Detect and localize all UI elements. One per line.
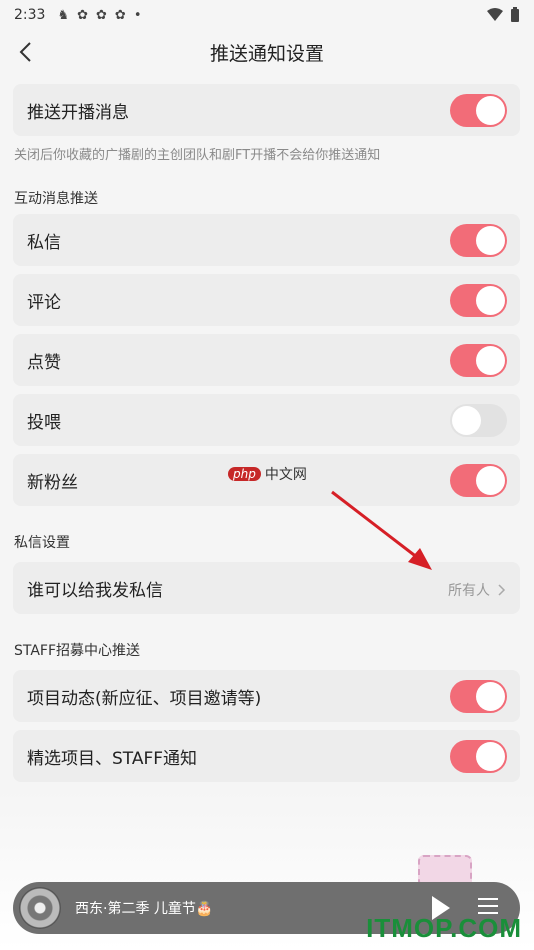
comment-toggle[interactable] [450, 284, 507, 317]
album-disc-icon [19, 887, 61, 929]
setting-row-like: 点赞 [13, 334, 520, 386]
push-live-hint: 关闭后你收藏的广播剧的主创团队和剧FT开播不会给你推送通知 [14, 148, 381, 163]
watermark: php 中文网 [228, 464, 307, 484]
staff-notice-toggle[interactable] [450, 740, 507, 773]
chevron-right-icon [498, 584, 506, 596]
annotation-arrow [331, 490, 432, 570]
setting-label: 投喂 [27, 412, 61, 433]
wifi-icon [487, 8, 503, 21]
setting-row-project-updates: 项目动态(新应征、项目邀请等) [13, 670, 520, 722]
status-icons: ♞ ✿ ✿ ✿ • [57, 8, 141, 23]
app-icon: ✿ [77, 7, 89, 23]
setting-label: 项目动态(新应征、项目邀请等) [27, 688, 262, 709]
setting-label: 评论 [27, 292, 61, 313]
push-live-label: 推送开播消息 [27, 102, 129, 123]
setting-label: 点赞 [27, 352, 61, 373]
setting-row-dm: 私信 [13, 214, 520, 266]
toggle-knob [476, 742, 505, 771]
who-can-dm-value: 所有人 [448, 583, 490, 599]
push-live-row: 推送开播消息 [13, 84, 520, 136]
toggle-knob [476, 226, 505, 255]
who-can-dm-value-group: 所有人 [448, 580, 506, 600]
setting-label: 私信 [27, 232, 61, 253]
back-button[interactable] [10, 36, 40, 68]
page-title: 推送通知设置 [209, 42, 324, 65]
app-icon: ✿ [96, 7, 107, 23]
section-interaction-header: 互动消息推送 [14, 191, 98, 207]
watermark-cn: 中文网 [264, 467, 307, 483]
who-can-dm-label: 谁可以给我发私信 [27, 580, 163, 601]
toggle-knob [452, 406, 481, 435]
status-right [486, 7, 520, 23]
dm-toggle[interactable] [450, 224, 507, 257]
brand-watermark: ITMOP.COM [366, 913, 522, 943]
status-bar: 2:33 ♞ ✿ ✿ ✿ • [0, 0, 534, 30]
dot-icon: • [133, 7, 142, 23]
toggle-knob [476, 286, 505, 315]
player-song-title: 西东·第二季 儿童节🎂 [75, 901, 214, 917]
toggle-knob [476, 96, 505, 125]
setting-row-feed: 投喂 [13, 394, 520, 446]
setting-label: 精选项目、STAFF通知 [27, 748, 198, 769]
like-toggle[interactable] [450, 344, 507, 377]
section-staff-header: STAFF招募中心推送 [14, 643, 141, 659]
battery-icon [511, 7, 519, 22]
who-can-dm-row[interactable]: 谁可以给我发私信 所有人 [13, 562, 520, 614]
project-updates-toggle[interactable] [450, 680, 507, 713]
notification-icon: ♞ [57, 7, 70, 23]
push-live-toggle[interactable] [450, 94, 507, 127]
toggle-knob [476, 682, 505, 711]
status-time: 2:33 [14, 7, 46, 23]
toggle-knob [476, 346, 505, 375]
watermark-php: php [228, 467, 261, 481]
chevron-left-icon [19, 42, 31, 62]
setting-row-comment: 评论 [13, 274, 520, 326]
nav-bar: 推送通知设置 [0, 30, 534, 74]
setting-label: 新粉丝 [27, 472, 78, 493]
setting-row-staff-notice: 精选项目、STAFF通知 [13, 730, 520, 782]
new-fans-toggle[interactable] [450, 464, 507, 497]
app-icon: ✿ [114, 7, 126, 23]
feed-toggle[interactable] [450, 404, 507, 437]
section-dm-header: 私信设置 [14, 535, 70, 551]
toggle-knob [476, 466, 505, 495]
